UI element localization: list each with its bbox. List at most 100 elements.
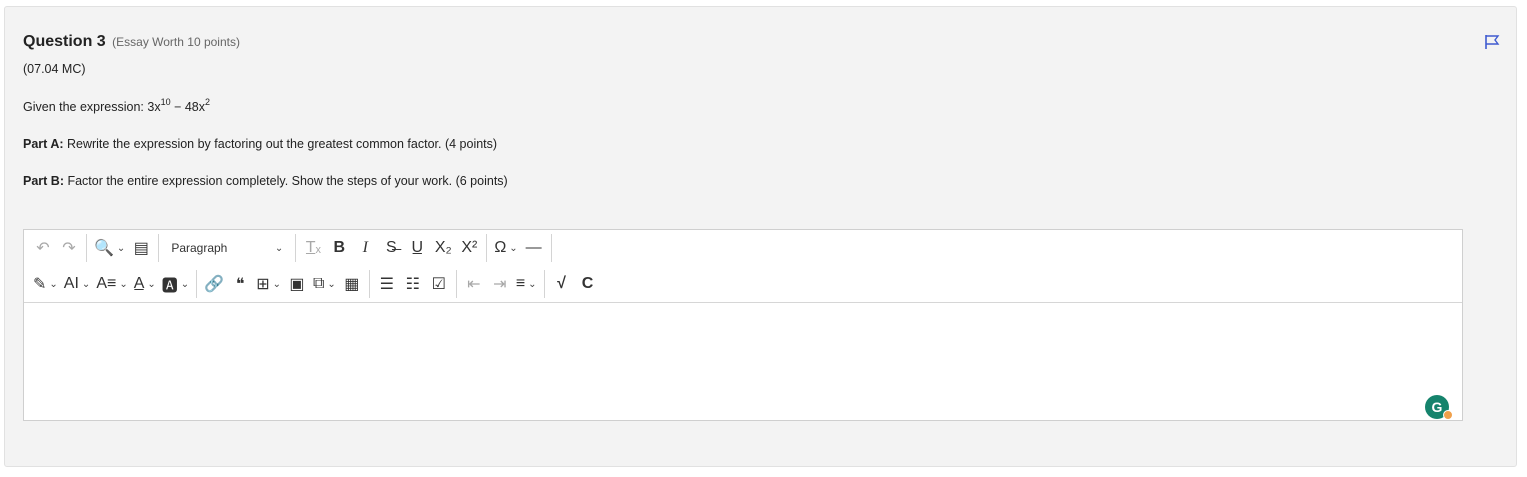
toolbar-separator	[158, 234, 160, 262]
editor-toolbar: ↶ ↷ 🔍 ⌄ ▤ Paragraph ⌄ T̲ₓ B I S̶ U̲ X₂ X² Ω ⌄ — ✎ ⌄ AI ⌄ A≡ ⌄…	[24, 230, 1462, 303]
link-icon: 🔗	[204, 276, 225, 293]
bold-icon: B	[333, 239, 346, 256]
part-a-text: Rewrite the expression by factoring out …	[63, 137, 498, 151]
table-button[interactable]: ⊞ ⌄	[253, 270, 284, 298]
chevron-down-icon: ⌄	[274, 242, 284, 254]
toolbar-separator	[368, 270, 370, 298]
flag-icon[interactable]	[1483, 33, 1501, 51]
indent-icon: ⇥	[493, 276, 507, 293]
part-b: Part B: Factor the entire expression com…	[23, 174, 508, 188]
chevron-down-icon: ⌄	[119, 278, 128, 290]
toolbar-separator	[86, 234, 87, 262]
todo-list-button[interactable]: ☑	[426, 270, 452, 298]
toolbar-separator	[295, 234, 297, 262]
outdent-button[interactable]: ⇤	[461, 270, 487, 298]
image-button[interactable]: ▣	[284, 270, 310, 298]
chevron-down-icon: ⌄	[528, 278, 537, 290]
toolbar-separator	[486, 234, 488, 262]
select-all-icon: ▤	[133, 240, 149, 257]
media-embed-icon: ⧉	[312, 275, 325, 292]
find-replace-button[interactable]: 🔍 ⌄	[91, 234, 128, 262]
font-size-icon: AI	[63, 275, 79, 292]
indent-button[interactable]: ⇥	[487, 270, 513, 298]
font-background-icon: 🅰	[161, 278, 178, 295]
highlight-button[interactable]: ✎ ⌄	[30, 270, 61, 298]
html-embed-button[interactable]: ▦	[339, 270, 365, 298]
bulleted-list-button[interactable]: ☰	[374, 270, 400, 298]
part-a-label: Part A:	[23, 137, 64, 151]
chemistry-button[interactable]: C	[575, 270, 601, 298]
toolbar-separator	[550, 234, 552, 262]
question-card: Question 3 (Essay Worth 10 points) (07.0…	[4, 6, 1517, 467]
horizontal-line-button[interactable]: —	[521, 234, 547, 262]
font-background-button[interactable]: 🅰 ⌄	[159, 270, 192, 298]
highlight-pen-icon: ✎	[33, 276, 47, 293]
link-button[interactable]: 🔗	[201, 270, 227, 298]
quote-icon: ❝	[235, 276, 245, 293]
toolbar-separator	[196, 270, 198, 298]
chevron-down-icon: ⌄	[147, 278, 156, 290]
undo-icon: ↶	[36, 240, 50, 257]
question-worth: (Essay Worth 10 points)	[112, 35, 240, 49]
chemistry-icon: C	[581, 275, 594, 292]
chevron-down-icon: ⌄	[327, 278, 336, 290]
redo-button[interactable]: ↷	[56, 234, 82, 262]
question-title: Question 3 (Essay Worth 10 points)	[23, 33, 240, 51]
rich-text-editor: ↶ ↷ 🔍 ⌄ ▤ Paragraph ⌄ T̲ₓ B I S̶ U̲ X₂ X² Ω ⌄ — ✎ ⌄ AI ⌄ A≡ ⌄…	[23, 229, 1463, 421]
italic-button[interactable]: I	[352, 234, 378, 262]
math-equation-button[interactable]: √	[549, 270, 575, 298]
chevron-down-icon: ⌄	[509, 242, 518, 254]
square-root-icon: √	[557, 275, 566, 292]
superscript-icon: X²	[461, 239, 478, 256]
alignment-button[interactable]: ≡ ⌄	[513, 270, 540, 298]
blockquote-button[interactable]: ❝	[227, 270, 253, 298]
select-all-button[interactable]: ▤	[128, 234, 154, 262]
font-size-button[interactable]: AI ⌄	[61, 270, 94, 298]
special-characters-button[interactable]: Ω ⌄	[491, 234, 520, 262]
bulleted-list-icon: ☰	[379, 276, 394, 293]
remove-format-button[interactable]: T̲ₓ	[300, 234, 326, 262]
question-code: (07.04 MC)	[23, 62, 86, 76]
grammarly-status-dot	[1443, 410, 1453, 420]
part-b-text: Factor the entire expression completely.…	[63, 174, 508, 188]
part-a: Part A: Rewrite the expression by factor…	[23, 137, 497, 151]
outdent-icon: ⇤	[467, 276, 481, 293]
chevron-down-icon: ⌄	[272, 278, 281, 290]
chevron-down-icon: ⌄	[49, 278, 58, 290]
part-b-label: Part B:	[23, 174, 64, 188]
chevron-down-icon: ⌄	[116, 242, 126, 254]
omega-icon: Ω	[494, 239, 507, 256]
table-icon: ⊞	[256, 276, 270, 293]
strikethrough-button[interactable]: S̶	[378, 234, 404, 262]
toolbar-row-1: ↶ ↷ 🔍 ⌄ ▤ Paragraph ⌄ T̲ₓ B I S̶ U̲ X₂ X² Ω ⌄ —	[30, 231, 556, 265]
superscript-button[interactable]: X²	[456, 234, 482, 262]
bold-button[interactable]: B	[326, 234, 352, 262]
subscript-button[interactable]: X₂	[430, 234, 456, 262]
answer-text-area[interactable]	[24, 303, 1462, 420]
horizontal-line-icon: —	[525, 239, 542, 256]
toolbar-separator	[455, 270, 457, 298]
font-family-button[interactable]: A≡ ⌄	[93, 270, 130, 298]
question-expression: Given the expression: 3x10 − 48x2	[23, 97, 211, 115]
italic-icon: I	[362, 239, 368, 256]
chevron-down-icon: ⌄	[81, 278, 91, 290]
media-embed-button[interactable]: ⧉ ⌄	[310, 270, 339, 298]
chevron-down-icon: ⌄	[180, 278, 190, 290]
font-family-icon: A≡	[96, 275, 117, 292]
subscript-icon: X₂	[434, 239, 452, 256]
html-icon: ▦	[344, 276, 360, 293]
font-color-icon: A̲	[133, 275, 145, 292]
align-left-icon: ≡	[515, 275, 526, 292]
redo-icon: ↷	[62, 240, 76, 257]
paragraph-dropdown-value: Paragraph	[171, 241, 228, 255]
todo-list-icon: ☑	[431, 276, 446, 293]
search-replace-icon: 🔍	[94, 240, 114, 257]
underline-button[interactable]: U̲	[404, 234, 430, 262]
font-color-button[interactable]: A̲ ⌄	[131, 270, 159, 298]
remove-format-icon: T̲ₓ	[305, 239, 321, 256]
image-icon: ▣	[289, 276, 305, 293]
numbered-list-button[interactable]: ☷	[400, 270, 426, 298]
strikethrough-icon: S̶	[385, 239, 397, 256]
paragraph-dropdown[interactable]: Paragraph ⌄	[163, 234, 291, 262]
undo-button[interactable]: ↶	[30, 234, 56, 262]
